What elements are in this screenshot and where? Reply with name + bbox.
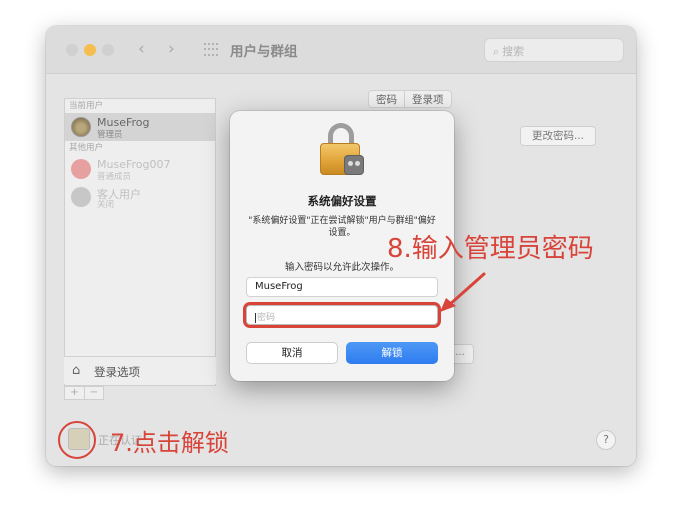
login-options-item[interactable]: ⌂ 登录选项 — [64, 356, 216, 384]
search-input[interactable]: ⌕ 搜索 — [484, 38, 624, 62]
forward-button[interactable]: › — [168, 39, 175, 59]
remove-user-button[interactable]: − — [84, 387, 103, 399]
login-options-label: 登录选项 — [94, 365, 140, 379]
dialog-title: 系统偏好设置 — [307, 194, 377, 208]
password-field[interactable]: 密码 — [246, 305, 438, 325]
close-window-button[interactable] — [66, 44, 78, 56]
add-remove-controls: + − — [64, 386, 104, 400]
zoom-window-button[interactable] — [102, 44, 114, 56]
password-placeholder: 密码 — [257, 313, 276, 323]
annotation-step7: 7.点击解锁 — [110, 429, 229, 457]
search-icon: ⌕ — [493, 45, 500, 58]
avatar — [71, 117, 91, 137]
user-list: 当前用户 MuseFrog 管理员 其他用户 MuseFrog007 普通成员 … — [64, 98, 216, 386]
grid-icon[interactable] — [204, 43, 220, 57]
change-password-button[interactable]: 更改密码... — [520, 126, 596, 146]
house-icon: ⌂ — [72, 363, 81, 378]
search-placeholder: 搜索 — [502, 45, 525, 58]
back-button[interactable]: ‹ — [138, 39, 145, 59]
annotation-circle — [58, 421, 96, 459]
section-other-users: 其他用户 — [69, 143, 104, 153]
tab-password[interactable]: 密码 — [369, 91, 404, 107]
user-role: 关闭 — [97, 200, 115, 210]
titlebar: ‹ › 用户与群组 ⌕ 搜索 — [46, 26, 636, 74]
minimize-window-button[interactable] — [84, 44, 96, 56]
username-field[interactable]: MuseFrog — [246, 277, 438, 297]
unlock-button[interactable]: 解锁 — [346, 342, 438, 364]
annotation-step8: 8.输入管理员密码 — [387, 234, 594, 264]
avatar — [71, 187, 91, 207]
tab-login-items[interactable]: 登录项 — [404, 91, 451, 107]
avatar — [71, 159, 91, 179]
cancel-button[interactable]: 取消 — [246, 342, 338, 364]
user-item-guest[interactable]: 客人用户 关闭 — [65, 183, 215, 211]
padlock-icon — [320, 123, 364, 177]
user-role: 管理员 — [97, 130, 123, 140]
tab-bar: 密码 登录项 — [368, 90, 452, 108]
annotation-arrow-icon — [440, 272, 486, 312]
help-button[interactable]: ? — [596, 430, 616, 450]
user-role: 普通成员 — [97, 172, 132, 182]
text-cursor — [255, 312, 256, 323]
section-current-users: 当前用户 — [69, 101, 104, 111]
user-item-other[interactable]: MuseFrog007 普通成员 — [65, 155, 215, 183]
add-user-button[interactable]: + — [65, 387, 84, 399]
window-title: 用户与群组 — [230, 44, 298, 60]
user-item-current[interactable]: MuseFrog 管理员 — [65, 113, 215, 141]
